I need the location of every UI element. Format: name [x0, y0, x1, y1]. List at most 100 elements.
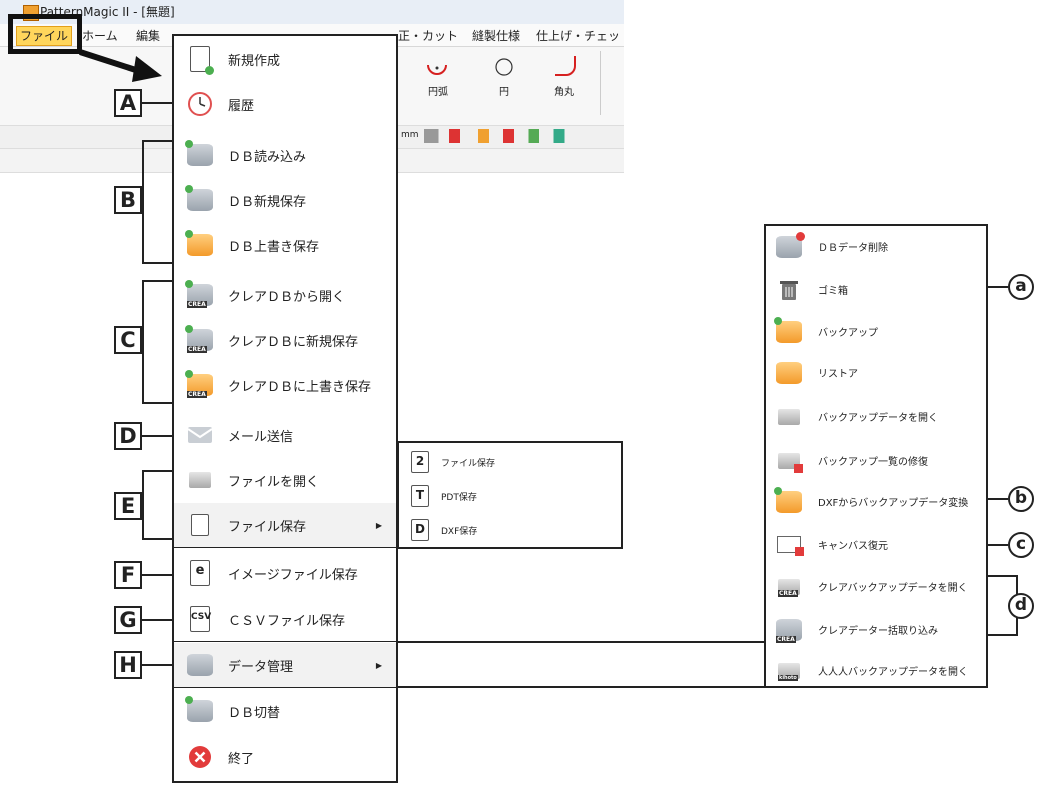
bracket-line — [142, 538, 174, 540]
bracket-line — [142, 280, 144, 404]
menu-item-label: 履歴 — [228, 98, 255, 114]
menu-item-db-load[interactable]: ＤＢ読み込み — [174, 133, 396, 177]
submenu-item-repair-backup-list[interactable]: バックアップ一覧の修復 — [766, 440, 986, 481]
submenu-item-dxf-save[interactable]: D DXF保存 — [399, 513, 621, 547]
label-C: C — [114, 326, 142, 354]
mail-icon — [186, 421, 214, 449]
submenu-item-label: クレアバックアップデータを開く — [818, 583, 968, 594]
menu-item-crea-db-overwrite[interactable]: CREA クレアＤＢに上書き保存 — [174, 363, 396, 407]
submenu-item-label: バックアップデータを開く — [818, 413, 938, 424]
menu-correction-cut[interactable]: 正・カット — [398, 27, 458, 44]
db-delete-icon — [776, 231, 805, 260]
label-E: E — [114, 492, 142, 520]
submenu-item-trash[interactable]: ゴミ箱 — [766, 269, 986, 310]
label-b: b — [1008, 486, 1034, 512]
menu-item-db-overwrite[interactable]: ＤＢ上書き保存 — [174, 223, 396, 267]
crea-db-open-icon: CREA — [185, 280, 214, 309]
menu-item-crea-db-new-save[interactable]: CREA クレアＤＢに新規保存 — [174, 318, 396, 362]
submenu-item-open-crea-backup[interactable]: CREA クレアバックアップデータを開く — [766, 566, 986, 607]
submenu-item-label: ＤＢデータ削除 — [818, 243, 888, 254]
submenu-item-label: ファイル保存 — [441, 458, 496, 469]
bracket-line — [142, 140, 174, 142]
menu-item-new[interactable]: 新規作成 — [174, 37, 396, 81]
tool-strip-icons[interactable] — [424, 129, 604, 143]
menu-item-label: イメージファイル保存 — [228, 567, 358, 583]
submenu-item-label: PDT保存 — [441, 492, 477, 503]
label-c: c — [1008, 532, 1034, 558]
menu-separator — [174, 687, 396, 688]
submenu-item-label: 人人人バックアップデータを開く — [818, 667, 968, 678]
menu-item-db-new-save[interactable]: ＤＢ新規保存 — [174, 178, 396, 222]
menu-edit[interactable]: 編集 — [136, 27, 160, 44]
submenu-item-label: バックアップ一覧の修復 — [818, 457, 928, 468]
crea-import-icon: CREA — [776, 617, 802, 643]
arc-tool-label: 円弧 — [428, 87, 448, 98]
file-save-submenu: 2 ファイル保存 T PDT保存 D DXF保存 — [397, 441, 623, 549]
menu-item-crea-db-open[interactable]: CREA クレアＤＢから開く — [174, 273, 396, 317]
menu-item-history[interactable]: 履歴 — [174, 82, 396, 126]
leader-line — [142, 435, 174, 437]
submenu-item-label: キャンバス復元 — [818, 541, 888, 552]
submenu-item-pdt-save[interactable]: T PDT保存 — [399, 479, 621, 513]
crea-backup-icon: CREA — [776, 574, 802, 600]
submenu-item-restore[interactable]: リストア — [766, 352, 986, 393]
menu-item-image-save[interactable]: e イメージファイル保存 — [174, 551, 396, 595]
submenu-item-canvas-restore[interactable]: キャンバス復元 — [766, 524, 986, 565]
leader-line — [142, 102, 174, 104]
menu-item-data-manage[interactable]: データ管理 ▶ — [174, 643, 396, 687]
leader-line — [142, 619, 174, 621]
circle-tool-icon[interactable] — [492, 55, 516, 79]
canvas-restore-icon — [776, 532, 804, 558]
menu-item-label: クレアＤＢに上書き保存 — [228, 379, 372, 395]
menu-item-label: 新規作成 — [228, 53, 281, 69]
arc-tool-icon[interactable] — [424, 55, 450, 81]
bracket-line — [142, 470, 174, 472]
ribbon-divider — [600, 51, 601, 115]
label-H: H — [114, 651, 142, 679]
leader-line — [142, 664, 174, 666]
submenu-item-dxf-convert[interactable]: DXFからバックアップデータ変換 — [766, 481, 986, 522]
menu-item-label: ファイルを開く — [228, 474, 320, 490]
menu-item-db-switch[interactable]: ＤＢ切替 — [174, 689, 396, 733]
menu-item-file-save[interactable]: ファイル保存 ▶ — [174, 503, 396, 547]
menu-separator — [174, 547, 396, 548]
submenu-item-open-kihoto-backup[interactable]: kihoto 人人人バックアップデータを開く — [766, 650, 986, 691]
menu-item-label: ファイル保存 — [228, 519, 307, 535]
backup-icon — [774, 316, 802, 345]
file-save-icon — [186, 511, 214, 539]
submenu-item-file-save[interactable]: 2 ファイル保存 — [399, 445, 621, 479]
submenu-item-crea-bulk-import[interactable]: CREA クレアデーター括取り込み — [766, 609, 986, 650]
submenu-item-db-delete[interactable]: ＤＢデータ削除 — [766, 226, 986, 267]
open-backup-icon — [776, 404, 802, 430]
menu-item-csv-save[interactable]: CSV ＣＳＶファイル保存 — [174, 597, 396, 641]
data-manage-icon — [186, 651, 214, 679]
file-menu-lower: ファイル保存 ▶ e イメージファイル保存 CSV ＣＳＶファイル保存 データ管… — [172, 503, 398, 783]
restore-icon — [776, 360, 802, 386]
db-switch-icon — [185, 696, 214, 725]
menu-item-label: ＤＢ上書き保存 — [228, 239, 320, 255]
callout-arrow — [79, 49, 162, 82]
round-corner-tool-icon[interactable] — [552, 53, 578, 79]
connector-line — [398, 641, 764, 643]
csv-file-icon: CSV — [186, 605, 214, 633]
bracket-line — [142, 280, 174, 282]
menu-item-label: ＣＳＶファイル保存 — [228, 613, 346, 629]
menu-item-label: データ管理 — [228, 659, 294, 675]
menu-home[interactable]: ホーム — [82, 27, 118, 44]
label-A: A — [114, 89, 142, 117]
unit-label: mm — [401, 130, 419, 140]
file-format-2-icon: 2 — [409, 450, 431, 474]
bracket-line — [988, 575, 1018, 577]
new-document-icon — [186, 45, 214, 75]
menu-item-open-file[interactable]: ファイルを開く — [174, 458, 396, 502]
menu-item-exit[interactable]: 終了 — [174, 735, 396, 779]
submenu-item-backup[interactable]: バックアップ — [766, 311, 986, 352]
menu-sewing[interactable]: 縫製仕様 — [472, 27, 520, 44]
bracket-line — [142, 470, 144, 540]
submenu-item-label: ゴミ箱 — [818, 286, 848, 297]
bracket-line — [142, 402, 174, 404]
leader-line — [142, 574, 174, 576]
submenu-item-open-backup[interactable]: バックアップデータを開く — [766, 396, 986, 437]
submenu-item-label: バックアップ — [818, 328, 878, 339]
menu-item-mail[interactable]: メール送信 — [174, 413, 396, 457]
